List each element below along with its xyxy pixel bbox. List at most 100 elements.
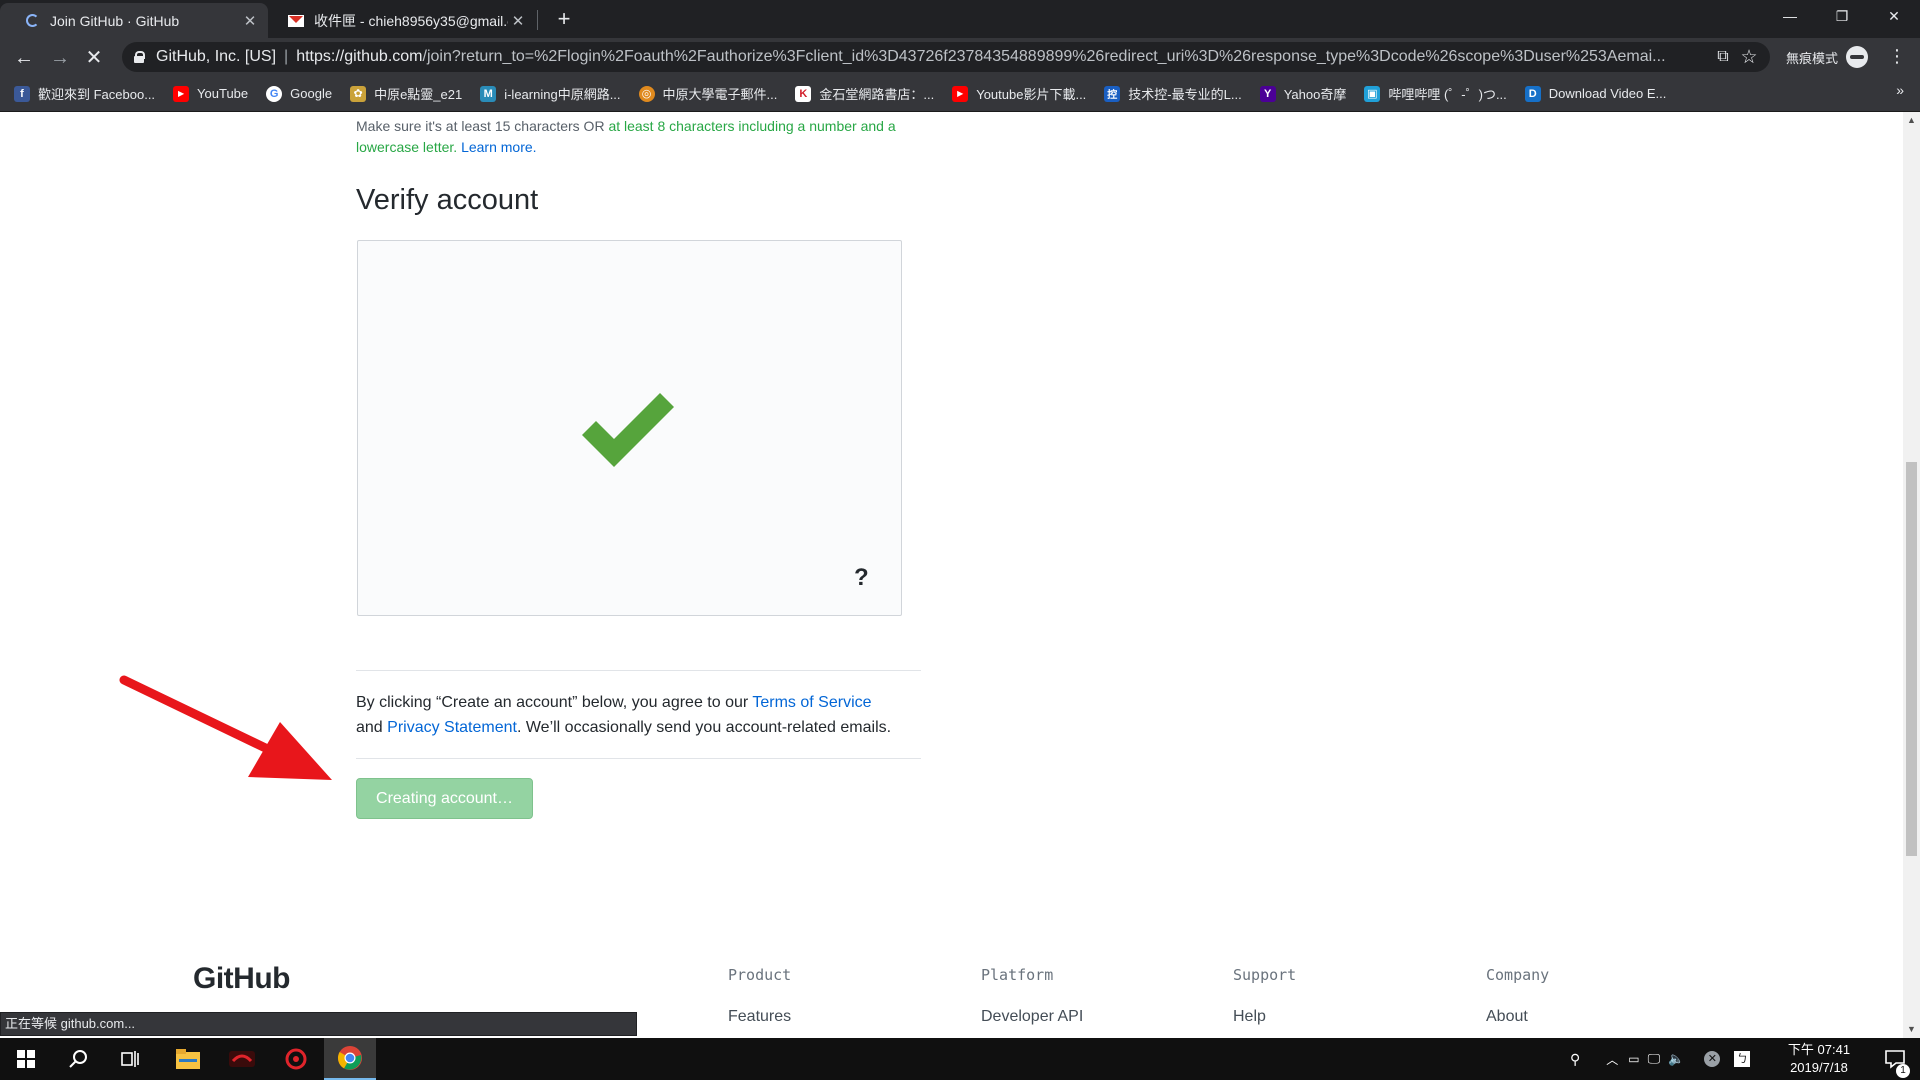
bookmark-facebook[interactable]: f 歡迎來到 Faceboo... — [14, 84, 155, 103]
bookmark-cycu-e21[interactable]: ✿ 中原e點靈_e21 — [350, 84, 462, 103]
tray-app-close-icon[interactable]: ✕ — [1704, 1051, 1721, 1067]
omnibox-separator: | — [284, 48, 289, 65]
clock-date: 2019/7/18 — [1790, 1060, 1848, 1075]
action-center-button[interactable]: 1 — [1884, 1048, 1910, 1078]
incognito-indicator[interactable]: 無痕模式 — [1786, 46, 1869, 68]
file-explorer-icon — [176, 1049, 200, 1069]
stop-loading-button[interactable]: ✕ — [80, 44, 108, 72]
red-swirl-icon — [285, 1048, 307, 1070]
github-join-page: Make sure it's at least 15 characters OR… — [0, 112, 1920, 1038]
bookmark-cycu-mail[interactable]: ◎ 中原大學電子郵件... — [638, 84, 777, 103]
task-view-icon — [121, 1051, 139, 1067]
windows-logo-icon — [17, 1050, 35, 1068]
bilibili-icon: ▣ — [1364, 85, 1381, 102]
youtube-icon: ▶ — [173, 85, 190, 102]
address-bar[interactable]: GitHub, Inc. [US] | https://github.com/j… — [122, 42, 1770, 72]
page-scrollbar[interactable]: ▲ ▼ — [1903, 112, 1920, 1038]
taskbar-app-red-1[interactable] — [216, 1038, 268, 1080]
maximize-button[interactable]: ❐ — [1816, 0, 1868, 32]
footer-heading: Company — [1486, 966, 1550, 984]
tab-title: 收件匣 - chieh8956y35@gmail.c — [314, 12, 508, 29]
footer-link-features[interactable]: Features — [728, 1008, 791, 1026]
new-tab-button[interactable]: + — [548, 3, 580, 35]
download-video-icon: D — [1524, 85, 1541, 102]
tab-close-icon[interactable]: ✕ — [240, 12, 260, 30]
footer-link-about[interactable]: About — [1486, 1008, 1528, 1026]
taskbar-chrome[interactable] — [324, 1038, 376, 1080]
footer-heading: Support — [1233, 966, 1297, 984]
footer-heading: Product — [728, 966, 792, 984]
browser-tab-strip: Join GitHub · GitHub ✕ 收件匣 - chieh8956y3… — [0, 0, 1920, 38]
footer-column-product: Product Features — [728, 966, 792, 1025]
bookmark-youtube-download[interactable]: ▶ Youtube影片下載... — [952, 84, 1086, 103]
terms-notice: By clicking “Create an account” below, y… — [356, 694, 892, 736]
github-footer-logo[interactable]: GitHub — [193, 962, 290, 996]
bookmarks-bar: f 歡迎來到 Faceboo... ▶ YouTube G Google ✿ 中原e點靈… — [0, 76, 1920, 112]
privacy-statement-link[interactable]: Privacy Statement — [387, 719, 517, 736]
taskbar-file-explorer[interactable] — [162, 1038, 214, 1080]
ev-certificate-name[interactable]: GitHub, Inc. [US] — [156, 48, 276, 66]
tab-join-github[interactable]: Join GitHub · GitHub ✕ — [0, 3, 268, 38]
footer-heading: Platform — [981, 966, 1054, 984]
minimize-button[interactable]: — — [1764, 0, 1816, 32]
tab-close-icon[interactable]: ✕ — [508, 12, 528, 30]
input-method-icon[interactable]: ㄅ — [1734, 1051, 1751, 1067]
red-app-icon — [229, 1051, 255, 1067]
terms-of-service-link[interactable]: Terms of Service — [752, 694, 871, 711]
captcha-help-button[interactable]: ? — [854, 564, 869, 592]
lock-icon[interactable] — [134, 51, 145, 63]
scroll-down-arrow-icon[interactable]: ▼ — [1903, 1021, 1920, 1038]
checkmark-icon — [582, 393, 674, 467]
scrollbar-thumb[interactable] — [1906, 462, 1917, 856]
facebook-icon: f — [14, 85, 30, 102]
password-hint: Make sure it's at least 15 characters OR… — [356, 118, 896, 155]
network-icon[interactable]: 🖵 — [1648, 1051, 1661, 1067]
task-view-button[interactable] — [104, 1038, 156, 1080]
gmail-icon — [288, 13, 304, 29]
tab-separator — [537, 10, 538, 30]
bookmark-jishukong[interactable]: 控技术控-最专业的L... — [1104, 84, 1242, 103]
jishukong-icon: 控 — [1104, 85, 1121, 102]
system-tray: ⚲ ︿ ▭ 🖵 🔈 ✕ ㄅ — [1570, 1038, 1751, 1080]
volume-icon[interactable]: 🔈 — [1668, 1051, 1684, 1067]
scroll-up-arrow-icon[interactable]: ▲ — [1903, 112, 1920, 129]
divider-line — [356, 670, 921, 671]
bookmark-bilibili[interactable]: ▣ 哔哩哔哩 (゜-゜)つ... — [1364, 84, 1507, 103]
captcha-widget[interactable]: ? — [357, 240, 902, 616]
learn-more-link[interactable]: Learn more. — [461, 139, 536, 155]
taskbar-clock[interactable]: 下午 07:41 2019/7/18 — [1774, 1041, 1864, 1077]
tab-gmail-inbox[interactable]: 收件匣 - chieh8956y35@gmail.c ✕ — [268, 3, 536, 38]
incognito-label: 無痕模式 — [1786, 50, 1839, 66]
bookmark-google[interactable]: G Google — [266, 85, 332, 102]
bookmark-yahoo[interactable]: Y Yahoo奇摩 — [1259, 84, 1346, 103]
back-button[interactable]: ← — [10, 44, 38, 72]
bookmark-ilearning[interactable]: Mi-learning中原網路... — [480, 84, 621, 103]
clock-time: 下午 07:41 — [1787, 1042, 1851, 1057]
translate-icon[interactable]: ⧉ — [1710, 48, 1736, 66]
url-text[interactable]: https://github.com/join?return_to=%2Flog… — [296, 48, 1710, 66]
taskbar-app-red-2[interactable] — [270, 1038, 322, 1080]
red-arrow-annotation — [119, 675, 332, 780]
bookmarks-overflow-button[interactable]: » — [1896, 82, 1904, 98]
bookmark-download-video[interactable]: D Download Video E... — [1524, 85, 1666, 102]
incognito-icon — [1846, 46, 1869, 68]
bookmark-kingstone[interactable]: K 金石堂網路書店：... — [795, 84, 934, 103]
cycu-e21-icon: ✿ — [350, 85, 367, 102]
bookmark-star-icon[interactable]: ☆ — [1736, 46, 1762, 69]
close-window-button[interactable]: ✕ — [1868, 0, 1920, 32]
ilearning-icon: M — [480, 85, 497, 102]
search-icon — [69, 1050, 87, 1068]
footer-link-developer-api[interactable]: Developer API — [981, 1008, 1083, 1026]
create-account-button[interactable]: Creating account… — [356, 778, 533, 819]
windows-start-button[interactable] — [0, 1038, 52, 1080]
forward-button[interactable]: → — [46, 44, 74, 72]
kingstone-icon: K — [795, 85, 812, 102]
people-icon[interactable]: ⚲ — [1570, 1051, 1580, 1068]
battery-icon[interactable]: ▭ — [1628, 1052, 1639, 1066]
taskbar-search-button[interactable] — [52, 1038, 104, 1080]
bookmark-youtube[interactable]: ▶ YouTube — [173, 85, 248, 102]
tray-expand-icon[interactable]: ︿ — [1606, 1051, 1618, 1068]
footer-link-help[interactable]: Help — [1233, 1008, 1266, 1026]
browser-menu-icon[interactable]: ⋮ — [1888, 46, 1906, 67]
footer-column-platform: Platform Developer API — [981, 966, 1083, 1025]
